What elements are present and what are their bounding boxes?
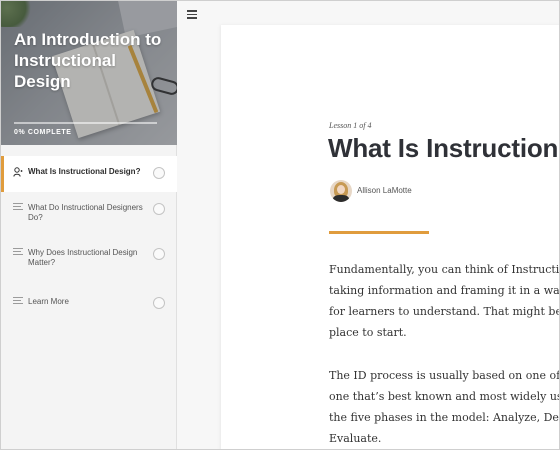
paragraph-line: one that’s best known and most widely us… xyxy=(329,390,560,403)
paragraph-line: taking information and framing it in a w… xyxy=(329,284,560,297)
lesson-item-what-is-id[interactable]: What Is Instructional Design? xyxy=(1,156,177,192)
paragraph-line: the five phases in the model: Analyze, D… xyxy=(329,411,560,424)
paragraph-line: for learners to understand. That might b… xyxy=(329,305,560,318)
progress-bar xyxy=(14,122,157,124)
lesson-item-what-do-ids-do[interactable]: What Do Instructional Designers Do? xyxy=(1,192,177,237)
accent-divider xyxy=(329,231,429,234)
lines-icon xyxy=(13,203,23,213)
course-sidebar: An Introduction to Instructional Design … xyxy=(1,1,177,449)
lesson-list: What Is Instructional Design? What Do In… xyxy=(1,156,177,322)
paragraph-line: Evaluate. xyxy=(329,432,382,445)
course-hero: An Introduction to Instructional Design … xyxy=(1,1,177,145)
lesson-label: What Is Instructional Design? xyxy=(28,167,141,176)
lesson-paragraph: The ID process is usually based on one o… xyxy=(329,365,560,449)
lesson-item-learn-more[interactable]: Learn More xyxy=(1,286,177,322)
lesson-paragraph: Fundamentally, you can think of Instruct… xyxy=(329,259,560,343)
lesson-content-card: Lesson 1 of 4 What Is Instructiona Allis… xyxy=(221,25,560,449)
course-title: An Introduction to Instructional Design xyxy=(14,30,162,91)
top-bar xyxy=(177,1,559,25)
lesson-status-circle xyxy=(153,203,165,215)
lesson-label: Learn More xyxy=(28,297,69,306)
lesson-title: What Is Instructiona xyxy=(328,133,560,163)
lines-icon xyxy=(13,248,23,258)
progress-label: 0% COMPLETE xyxy=(14,129,72,136)
lesson-item-why-id-matters[interactable]: Why Does Instructional Design Matter? xyxy=(1,237,177,286)
lesson-status-circle xyxy=(153,167,165,179)
lesson-status-circle xyxy=(153,297,165,309)
lesson-label: What Do Instructional Designers Do? xyxy=(28,203,143,222)
author-name: Allison LaMotte xyxy=(357,186,412,195)
app-frame: An Introduction to Instructional Design … xyxy=(0,0,560,450)
hamburger-menu-icon[interactable] xyxy=(187,10,197,19)
paragraph-line: Fundamentally, you can think of Instruct… xyxy=(329,263,560,276)
lesson-label: Why Does Instructional Design Matter? xyxy=(28,248,138,267)
paragraph-line: place to start. xyxy=(329,326,407,339)
paragraph-line: The ID process is usually based on one o… xyxy=(329,369,560,382)
lines-icon xyxy=(13,297,23,307)
user-icon xyxy=(13,167,23,177)
author-avatar xyxy=(330,180,352,202)
lesson-status-circle xyxy=(153,248,165,260)
lesson-count: Lesson 1 of 4 xyxy=(329,121,372,130)
